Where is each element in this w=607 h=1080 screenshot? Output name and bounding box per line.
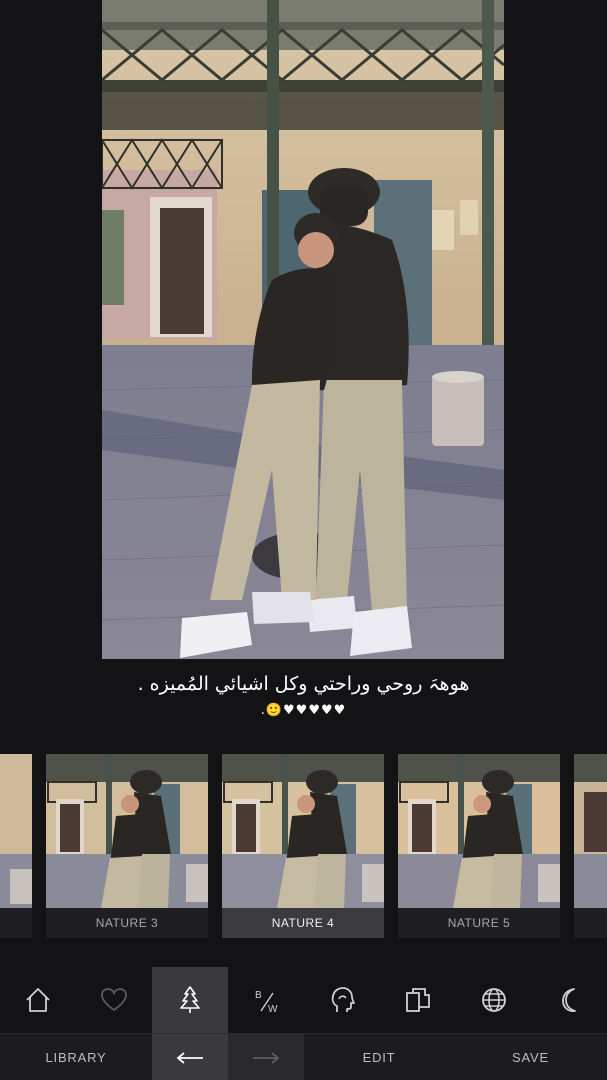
night-tool[interactable] [532,967,607,1033]
tool-toolbar: B W [0,967,607,1033]
redo-button[interactable] [228,1034,304,1080]
edit-button[interactable]: EDIT [304,1034,454,1080]
bottom-bar: LIBRARY EDIT SAVE [0,1033,607,1080]
tree-icon [180,986,200,1013]
filter-preview [46,754,208,908]
black-white-tool[interactable]: B W [228,967,304,1033]
filter-label [574,908,607,938]
heart-icon [101,988,127,1012]
home-tool[interactable] [0,967,76,1033]
redo-arrow-icon [253,1051,280,1064]
filter-preview [574,754,607,908]
moon-icon [562,988,576,1013]
filter-preview [398,754,560,908]
filter-thumb[interactable] [0,754,32,938]
layers-icon [406,988,430,1012]
globe-icon [482,988,506,1012]
svg-text:B: B [255,990,262,1001]
filter-thumb-nature-5[interactable]: NATURE 5 [398,754,560,938]
save-button[interactable]: SAVE [454,1034,607,1080]
filters-tool[interactable] [152,967,228,1033]
home-icon [26,988,50,1012]
undo-arrow-icon [176,1051,203,1064]
filter-strip[interactable]: NATURE 3 NATURE 4 NATURE 5 [0,754,607,938]
filter-thumb-nature-4[interactable]: NATURE 4 [222,754,384,938]
photo-caption: هوهہَ روحي وراحتي وكل اشيائي المُميزه . … [0,673,607,718]
filter-label [0,908,32,938]
svg-text:W: W [268,1004,278,1015]
library-button[interactable]: LIBRARY [0,1034,152,1080]
filter-label: NATURE 5 [398,908,560,938]
caption-text: هوهہَ روحي وراحتي وكل اشيائي المُميزه . [137,673,470,695]
main-photo [102,0,504,659]
editor-screen: هوهہَ روحي وراحتي وكل اشيائي المُميزه . … [0,0,607,1080]
filter-preview [0,754,32,908]
favorite-tool[interactable] [76,967,152,1033]
head-icon [331,987,355,1012]
bw-icon: B W [255,990,278,1015]
portrait-tool[interactable] [304,967,380,1033]
global-tool[interactable] [456,967,532,1033]
undo-button[interactable] [152,1034,228,1080]
filter-preview [222,754,384,908]
caption-emojis: .🙂♥♥♥♥♥ [260,703,347,718]
frames-tool[interactable] [380,967,456,1033]
filter-label: NATURE 3 [46,908,208,938]
filter-thumb-nature-3[interactable]: NATURE 3 [46,754,208,938]
filter-thumb[interactable] [574,754,607,938]
filter-label: NATURE 4 [222,908,384,938]
